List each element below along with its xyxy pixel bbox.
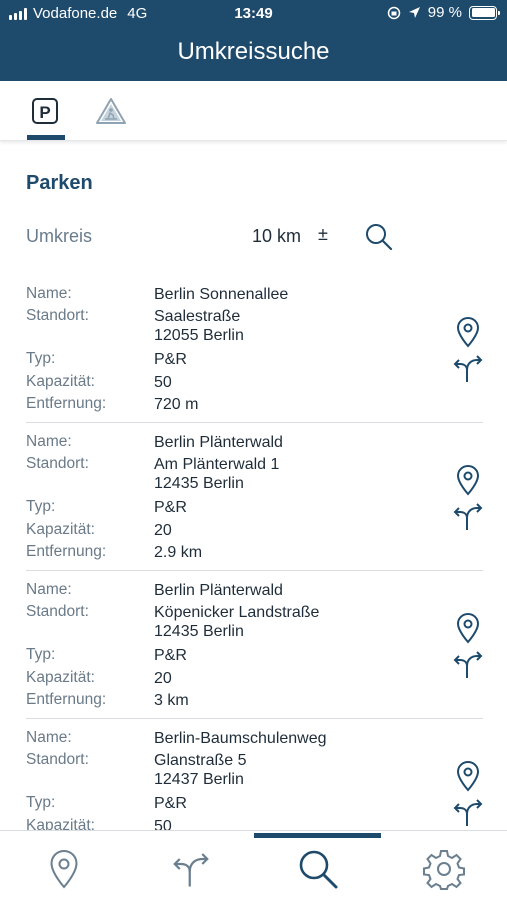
type-label: Typ: [26, 350, 56, 367]
item-type: P&R [154, 351, 187, 368]
item-capacity: 20 [154, 522, 172, 539]
item-city: 12435 Berlin [154, 475, 244, 492]
map-pin-icon [49, 849, 78, 889]
bottom-tab-bar [0, 830, 507, 900]
item-distance: 720 m [154, 396, 199, 413]
item-type: P&R [154, 795, 187, 812]
item-name: Berlin Plänterwald [154, 434, 283, 451]
section-title: Parken [26, 172, 93, 194]
route-icon[interactable] [452, 500, 484, 532]
divider [26, 570, 483, 571]
divider [26, 422, 483, 423]
route-icon[interactable] [452, 796, 484, 828]
name-label: Name: [26, 433, 72, 450]
type-label: Typ: [26, 646, 56, 663]
list-item: Name: Berlin Plänterwald Standort: Am Plän… [0, 424, 507, 572]
radius-label: Umkreis [26, 226, 92, 246]
item-capacity: 50 [154, 374, 172, 391]
app-header: Vodafone.de 4G 13:49 99 % Umkreissuche [0, 0, 507, 81]
name-label: Name: [26, 285, 72, 302]
item-capacity: 50 [154, 818, 172, 830]
tab-settings[interactable] [380, 841, 507, 897]
capacity-label: Kapazität: [26, 669, 95, 686]
item-city: 12437 Berlin [154, 771, 244, 788]
item-name: Berlin Sonnenallee [154, 286, 289, 303]
route-icon [172, 853, 209, 887]
item-name: Berlin Plänterwald [154, 582, 283, 599]
distance-label: Entfernung: [26, 395, 107, 412]
location-label: Standort: [26, 307, 89, 324]
tab-parking[interactable]: P [25, 91, 65, 140]
radius-row: Umkreis 10 km ± [26, 222, 496, 252]
location-label: Standort: [26, 603, 89, 620]
route-icon[interactable] [452, 352, 484, 384]
map-pin-icon[interactable] [456, 760, 480, 792]
distance-label: Entfernung: [26, 543, 107, 560]
item-type: P&R [154, 499, 187, 516]
roadwork-warning-icon [96, 98, 126, 124]
page-title: Umkreissuche [177, 38, 330, 65]
orientation-lock-icon [387, 6, 401, 19]
map-pin-icon[interactable] [456, 612, 480, 644]
item-distance: 2.9 km [154, 544, 203, 561]
list-item: Name: Berlin Sonnenallee Standort: Saalest… [0, 276, 507, 424]
list-item: Name: Berlin Plänterwald Standort: Köpenic… [0, 572, 507, 720]
map-pin-icon[interactable] [456, 464, 480, 496]
item-street: Köpenicker Landstraße [154, 604, 320, 621]
item-capacity: 20 [154, 670, 172, 687]
type-label: Typ: [26, 794, 56, 811]
map-pin-icon[interactable] [456, 316, 480, 348]
capacity-label: Kapazität: [26, 817, 95, 830]
active-tab-indicator [254, 833, 381, 838]
item-street: Saalestraße [154, 308, 241, 325]
item-type: P&R [154, 647, 187, 664]
type-label: Typ: [26, 498, 56, 515]
name-label: Name: [26, 581, 72, 598]
location-label: Standort: [26, 455, 89, 472]
location-label: Standort: [26, 751, 89, 768]
tab-route[interactable] [127, 841, 254, 897]
divider [26, 718, 483, 719]
list-item: Name: Berlin-Baumschulenweg Standort: Glan… [0, 720, 507, 830]
search-icon [299, 850, 337, 889]
item-city: 12435 Berlin [154, 623, 244, 640]
active-tab-indicator [27, 135, 65, 140]
tab-roadwork[interactable] [91, 91, 131, 131]
status-bar: Vodafone.de 4G 13:49 99 % [0, 0, 507, 28]
item-city: 12055 Berlin [154, 327, 244, 344]
search-icon[interactable] [364, 222, 394, 252]
category-tabs: P [0, 81, 507, 141]
gear-icon [422, 850, 465, 890]
item-name: Berlin-Baumschulenweg [154, 730, 327, 747]
tab-search[interactable] [254, 841, 381, 897]
battery-icon [469, 5, 500, 20]
item-distance: 3 km [154, 692, 189, 709]
parking-icon: P [32, 98, 58, 124]
capacity-label: Kapazität: [26, 521, 95, 538]
battery-percent: 99 % [427, 4, 462, 21]
item-street: Glanstraße 5 [154, 752, 247, 769]
distance-label: Entfernung: [26, 691, 107, 708]
radius-adjust-button[interactable]: ± [318, 224, 328, 245]
radius-value[interactable]: 10 km [252, 226, 301, 247]
tab-map[interactable] [0, 841, 127, 897]
route-icon[interactable] [452, 648, 484, 680]
svg-text:P: P [39, 103, 50, 122]
capacity-label: Kapazität: [26, 373, 95, 390]
name-label: Name: [26, 729, 72, 746]
item-street: Am Plänterwald 1 [154, 456, 280, 473]
location-arrow-icon [408, 7, 420, 18]
results-list[interactable]: Name: Berlin Sonnenallee Standort: Saalest… [0, 276, 507, 830]
